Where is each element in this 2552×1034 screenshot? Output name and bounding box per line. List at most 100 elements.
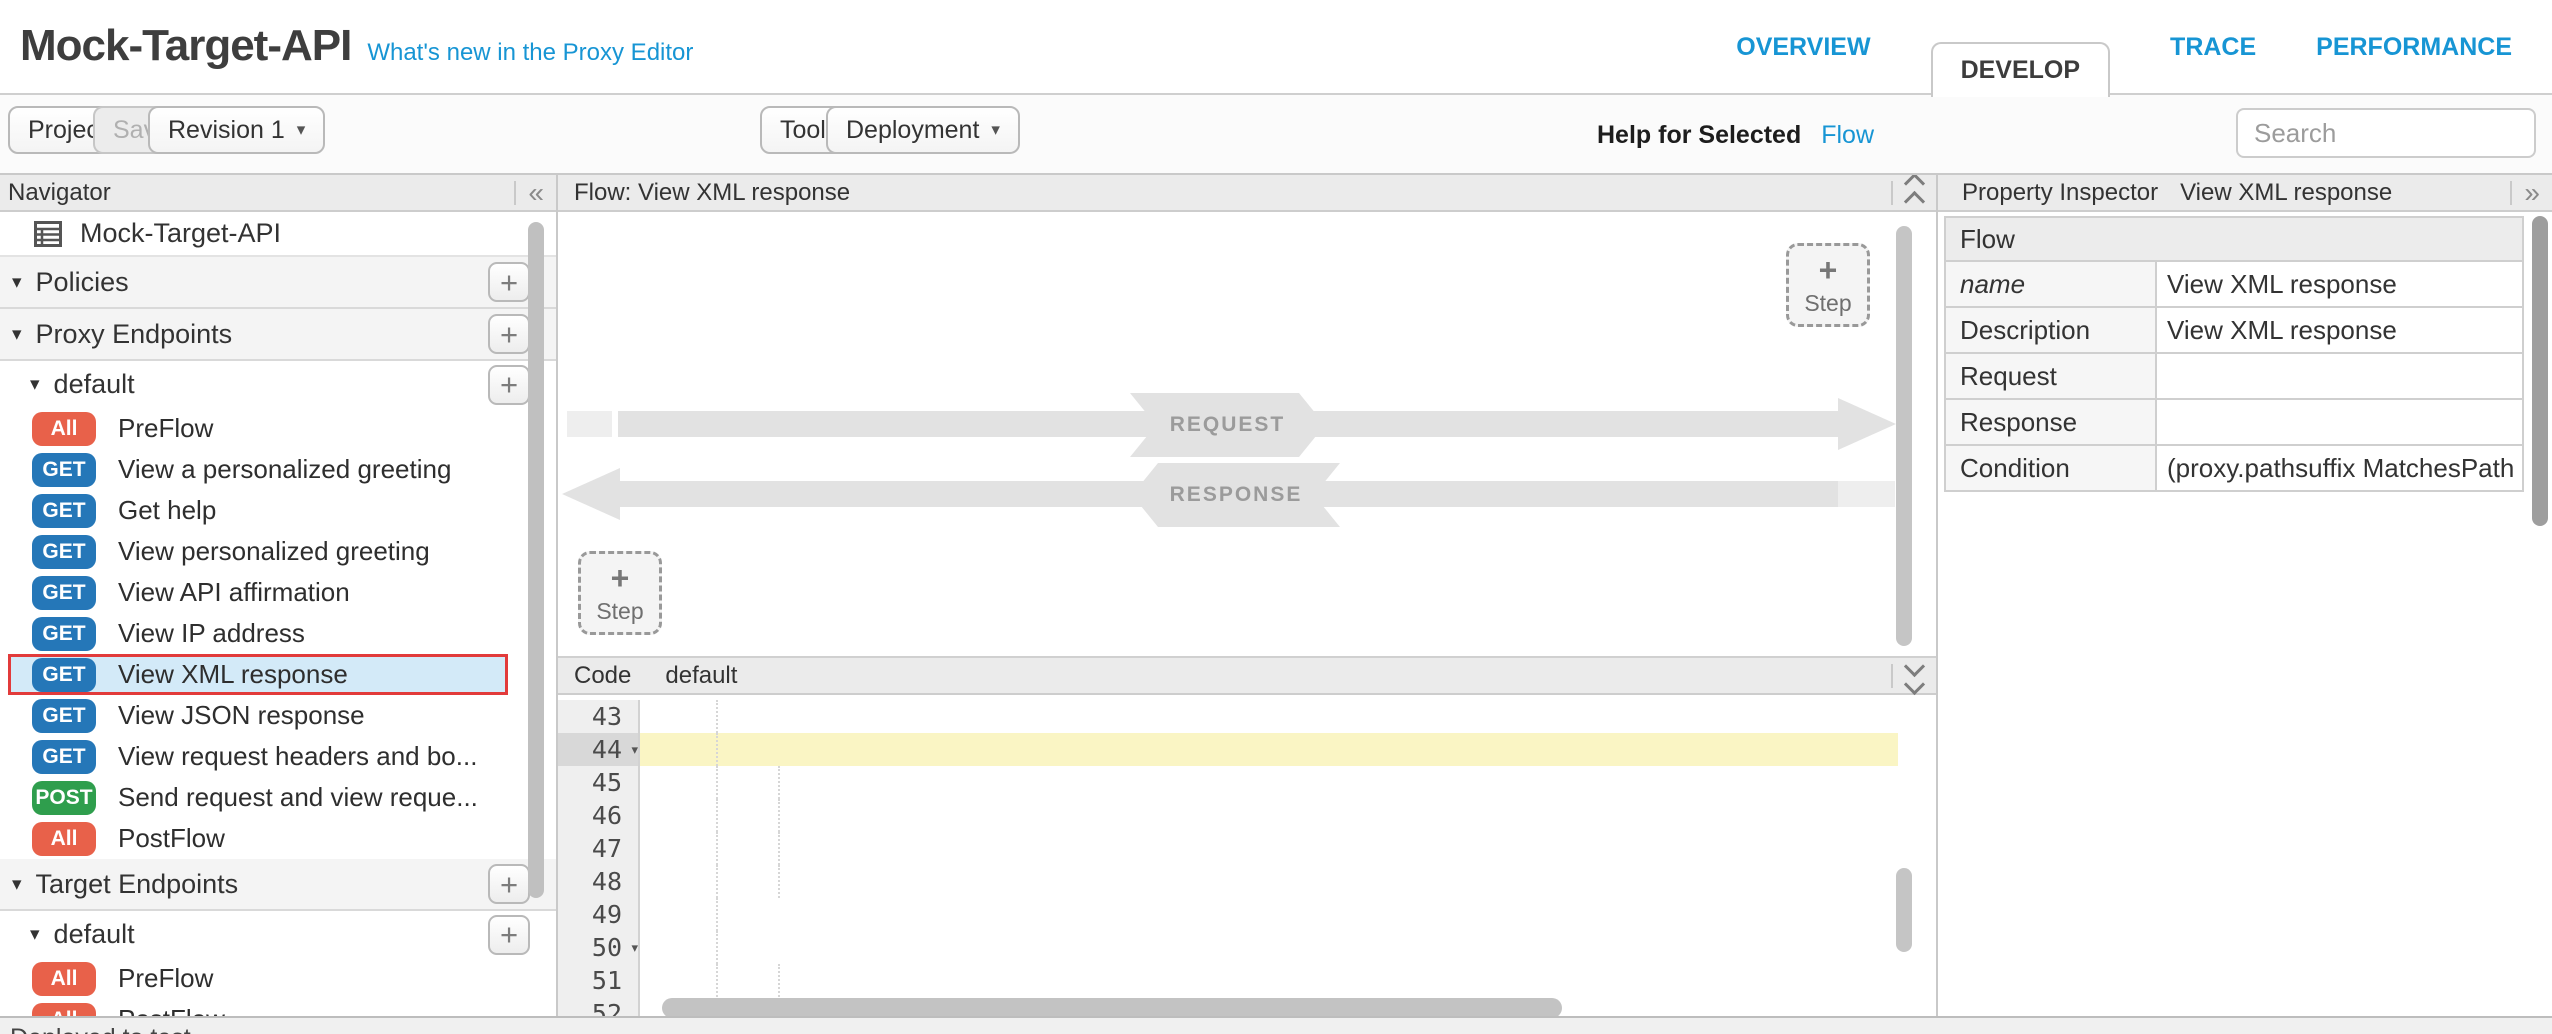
code-line-content[interactable]: <Flow name="View XML response"> (640, 733, 1898, 766)
inspector-scrollbar[interactable] (2532, 216, 2548, 526)
code-line-content[interactable]: <Description>View JSON response</Descrip… (640, 964, 1898, 997)
flow-list-item[interactable]: All PostFlow (0, 999, 556, 1016)
code-line-content[interactable]: <Request/> (640, 799, 1898, 832)
indent-guide (716, 931, 718, 964)
code-line: 46 <Request/> (558, 799, 1898, 832)
property-inspector-title: Property Inspector (1962, 179, 2158, 207)
add-target-flow-button[interactable]: + (488, 915, 530, 955)
code-line: 44 <Flow name="View XML response"> (558, 733, 1898, 766)
code-line: 50 <Flow name="View JSON response"> (558, 931, 1898, 964)
flow-list-item[interactable]: GET View API affirmation (0, 572, 556, 613)
add-target-endpoint-button[interactable]: + (488, 864, 530, 904)
flow-list-item[interactable]: GET View personalized greeting (0, 531, 556, 572)
flow-list-item[interactable]: GET View JSON response (0, 695, 556, 736)
revision-button-label: Revision 1 (168, 116, 285, 145)
code-editor[interactable]: 43 </Flow> 44 <Flow name="View XML respo… (558, 696, 1936, 1016)
flow-list-item[interactable]: GET View XML response (8, 654, 508, 695)
property-value[interactable] (2157, 400, 2522, 444)
add-proxy-endpoint-button[interactable]: + (488, 314, 530, 354)
code-line-content[interactable]: <Description>View XML response</Descript… (640, 766, 1898, 799)
triangle-down-icon: ▾ (12, 323, 22, 346)
navigator-scrollbar[interactable] (528, 222, 544, 898)
line-number[interactable]: 51 (558, 964, 640, 997)
response-lane-label: RESPONSE (1132, 463, 1340, 527)
line-number[interactable]: 43 (558, 700, 640, 733)
indent-guide (716, 832, 718, 865)
chevron-down-icon: ▾ (297, 120, 306, 140)
collapse-panel-icon[interactable]: « (516, 179, 556, 207)
section-proxy-endpoints[interactable]: ▾ Proxy Endpoints + (0, 309, 556, 361)
tab-develop[interactable]: DEVELOP (1931, 42, 2110, 97)
chevron-down-icon: ▾ (991, 120, 1000, 140)
flow-list-item[interactable]: All PostFlow (0, 818, 556, 859)
tab-trace[interactable]: TRACE (2170, 33, 2256, 62)
section-target-endpoints[interactable]: ▾ Target Endpoints + (0, 859, 556, 911)
triangle-down-icon: ▾ (12, 873, 22, 896)
flow-list-item[interactable]: All PreFlow (0, 408, 556, 449)
proxy-editor-page: Mock-Target-API What's new in the Proxy … (0, 0, 2552, 1034)
line-number[interactable]: 52 (558, 997, 640, 1016)
code-line-content[interactable]: <Response/> (640, 832, 1898, 865)
proxy-root-item[interactable]: Mock-Target-API (0, 212, 556, 257)
add-step-button-response[interactable]: + Step (578, 551, 662, 635)
indent-guide (778, 964, 780, 997)
property-value[interactable]: (proxy.pathsuffix MatchesPath "/xml") an… (2157, 446, 2522, 490)
code-endpoint-name: default (665, 662, 737, 690)
line-number[interactable]: 46 (558, 799, 640, 832)
code-line-content[interactable]: <Flow name="View JSON response"> (640, 931, 1898, 964)
property-key: Response (1946, 400, 2157, 444)
tab-overview[interactable]: OVERVIEW (1736, 33, 1870, 62)
method-badge: All (32, 962, 96, 996)
collapse-flow-panel-icon[interactable] (1893, 176, 1936, 209)
property-value[interactable]: View XML response (2157, 262, 2522, 306)
flow-list-item[interactable]: GET View IP address (0, 613, 556, 654)
property-value[interactable]: View XML response (2157, 308, 2522, 352)
flow-list-item[interactable]: GET View request headers and bo... (0, 736, 556, 777)
whats-new-link[interactable]: What's new in the Proxy Editor (367, 39, 693, 67)
line-number[interactable]: 49 (558, 898, 640, 931)
flow-panel-header: Flow: View XML response (558, 175, 1936, 212)
line-number[interactable]: 45 (558, 766, 640, 799)
policies-label: Policies (36, 267, 129, 298)
navigator-header: Navigator « (0, 175, 556, 212)
deployment-button[interactable]: Deployment ▾ (826, 106, 1020, 154)
plus-icon: + (1819, 254, 1838, 286)
request-lane-label: REQUEST (1130, 393, 1325, 457)
code-vertical-scrollbar[interactable] (1896, 868, 1912, 952)
flow-scrollbar[interactable] (1896, 226, 1912, 646)
indent-guide (716, 865, 718, 898)
line-number[interactable]: 44 (558, 733, 640, 766)
revision-button[interactable]: Revision 1 ▾ (148, 106, 325, 154)
code-horizontal-scrollbar[interactable] (662, 998, 1562, 1016)
add-step-button-request[interactable]: + Step (1786, 243, 1870, 327)
add-flow-button[interactable]: + (488, 365, 530, 405)
tab-performance[interactable]: PERFORMANCE (2316, 33, 2512, 62)
flow-diagram: REQUEST RESPONSE + Step + Step (558, 212, 1936, 658)
code-line-content[interactable]: </Flow> (640, 898, 1898, 931)
line-number[interactable]: 48 (558, 865, 640, 898)
expand-code-panel-icon[interactable] (1893, 659, 1936, 692)
help-flow-link[interactable]: Flow (1821, 121, 1874, 150)
expand-panel-icon[interactable]: » (2512, 179, 2552, 207)
code-panel-title: Code (574, 662, 631, 690)
code-line: 48 <Condition>(proxy.pathsuffix MatchesP… (558, 865, 1898, 898)
code-line-content[interactable]: <Condition>(proxy.pathsuffix MatchesPath… (640, 865, 1898, 898)
target-default-endpoint[interactable]: ▾ default + (0, 911, 556, 958)
flow-list-item[interactable]: All PreFlow (0, 958, 556, 999)
target-default-label: default (54, 919, 135, 950)
line-number[interactable]: 47 (558, 832, 640, 865)
search-input[interactable] (2236, 108, 2536, 158)
section-policies[interactable]: ▾ Policies + (0, 257, 556, 309)
code-line-content[interactable]: </Flow> (640, 700, 1898, 733)
property-value[interactable] (2157, 354, 2522, 398)
flow-name: View JSON response (118, 700, 365, 731)
flow-name: PreFlow (118, 963, 213, 994)
flow-list-item[interactable]: GET Get help (0, 490, 556, 531)
target-flow-list: All PreFlow All PostFlow (0, 958, 556, 1016)
line-number[interactable]: 50 (558, 931, 640, 964)
add-policy-button[interactable]: + (488, 262, 530, 302)
flow-list-item[interactable]: GET View a personalized greeting (0, 449, 556, 490)
flow-list-item[interactable]: POST Send request and view reque... (0, 777, 556, 818)
proxy-default-endpoint[interactable]: ▾ default + (0, 361, 556, 408)
property-inspector-subject: View XML response (2180, 179, 2392, 207)
